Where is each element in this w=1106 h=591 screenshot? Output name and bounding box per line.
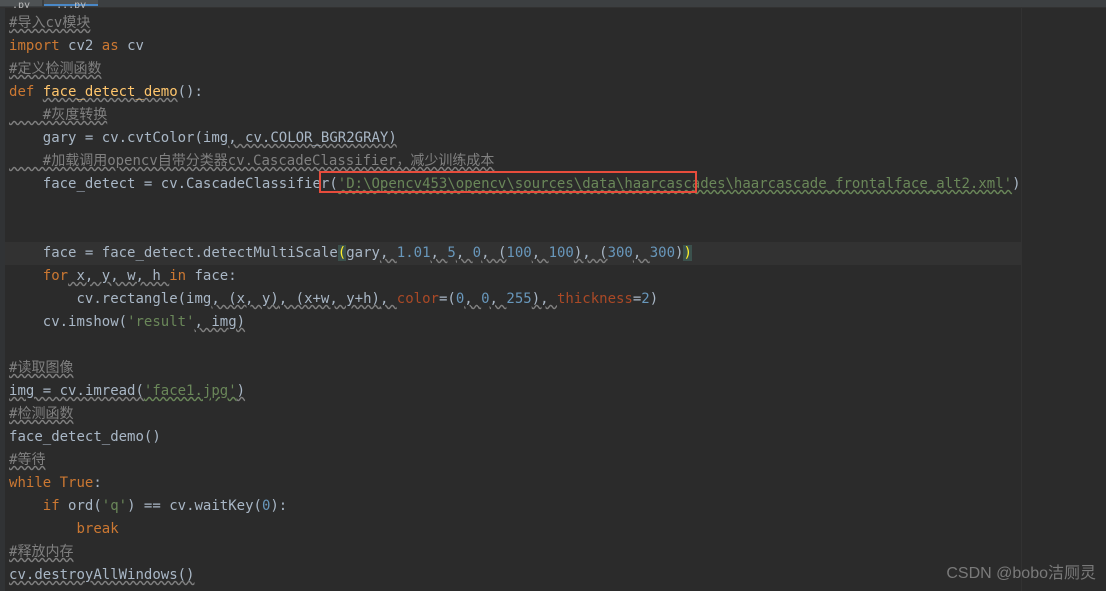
args: , img)	[195, 314, 246, 330]
string-path: 'D:\Opencv453\opencv\sources\data\haarca…	[338, 176, 1012, 192]
num: 0	[456, 291, 464, 307]
call: cv.destroyAllWindows()	[9, 567, 194, 583]
sep: ,	[431, 245, 448, 261]
watermark: CSDN @bobo洁厕灵	[946, 559, 1096, 583]
code-area[interactable]: #导入cv模块 import cv2 as cv #定义检测函数 def fac…	[5, 8, 1020, 591]
string: 'face1.jpg'	[144, 383, 237, 399]
kw-def: def	[9, 84, 43, 100]
comment: #定义检测函数	[9, 61, 101, 77]
num: 300	[608, 245, 633, 261]
num: 0	[473, 245, 481, 261]
num: 2	[641, 291, 649, 307]
code: ord(	[60, 498, 102, 514]
sep: ,	[456, 245, 473, 261]
sep: ),	[532, 291, 557, 307]
paren: )	[237, 383, 245, 399]
args: , (x+w, y+h)	[279, 291, 380, 307]
num: 100	[549, 245, 574, 261]
paren-match: )	[683, 245, 691, 261]
vars: x, y, w, h	[68, 268, 169, 284]
sep: ), (	[574, 245, 608, 261]
code: cv.imshow(	[9, 314, 127, 330]
tab-file-2[interactable]: ...py	[44, 0, 98, 6]
paren: )	[1012, 176, 1020, 192]
args: , (x, y)	[211, 291, 278, 307]
kw-if: if	[9, 498, 60, 514]
code: face_detect = cv.CascadeClassifier(	[9, 176, 338, 192]
kw-for: for	[9, 268, 68, 284]
arg: gary	[346, 245, 380, 261]
sep: ,	[380, 245, 397, 261]
eq: =(	[439, 291, 456, 307]
mod-cv2: cv2	[60, 38, 102, 54]
comment: #等待	[9, 452, 45, 468]
num: 1.01	[397, 245, 431, 261]
paren: )	[650, 291, 658, 307]
paren-match: (	[338, 245, 346, 261]
sep: ,	[380, 291, 397, 307]
alias-cv: cv	[119, 38, 144, 54]
num: 5	[447, 245, 455, 261]
tab-bar: .py ...py	[0, 0, 1106, 8]
paren: ():	[178, 84, 203, 100]
sep: ,	[532, 245, 549, 261]
code: img = cv.imread(	[9, 383, 144, 399]
comment: #灰度转换	[9, 107, 107, 123]
kw-break: break	[76, 521, 118, 537]
sep: ,	[464, 291, 481, 307]
string: 'q'	[102, 498, 127, 514]
code: , cv.COLOR_BGR2GRAY)	[228, 130, 397, 146]
string: 'result'	[127, 314, 194, 330]
kw-as: as	[102, 38, 119, 54]
code: cv.rectangle(img	[9, 291, 211, 307]
code: ) == cv.waitKey(	[127, 498, 262, 514]
kwarg-thickness: thickness	[557, 291, 633, 307]
paren: ):	[270, 498, 287, 514]
comment: #加载调用opencv自带分类器cv.CascadeClassifier，减少训…	[9, 153, 494, 169]
num: 255	[506, 291, 531, 307]
num: 300	[650, 245, 675, 261]
iter: face:	[186, 268, 237, 284]
kw-in: in	[169, 268, 186, 284]
indent	[9, 521, 76, 537]
kwarg-color: color	[397, 291, 439, 307]
code: gary = cv.cvtColor(img	[9, 130, 228, 146]
kw-while: while	[9, 475, 60, 491]
editor: #导入cv模块 import cv2 as cv #定义检测函数 def fac…	[0, 8, 1106, 591]
comment: #导入cv模块	[9, 15, 90, 31]
call: face_detect_demo()	[9, 429, 161, 445]
sep: ,	[490, 291, 507, 307]
kw-true: True	[60, 475, 94, 491]
func-name: face_detect_demo	[43, 84, 178, 100]
sep: , (	[481, 245, 506, 261]
comment: #释放内存	[9, 544, 73, 560]
num: 100	[506, 245, 531, 261]
tab-file-1[interactable]: .py	[0, 0, 42, 6]
kw-import: import	[9, 38, 60, 54]
minimap[interactable]	[1021, 8, 1106, 591]
comment: #读取图像	[9, 360, 73, 376]
num: 0	[481, 291, 489, 307]
comment: #检测函数	[9, 406, 73, 422]
colon: :	[93, 475, 101, 491]
code: face = face_detect.detectMultiScale	[9, 245, 338, 261]
sep: ,	[633, 245, 650, 261]
